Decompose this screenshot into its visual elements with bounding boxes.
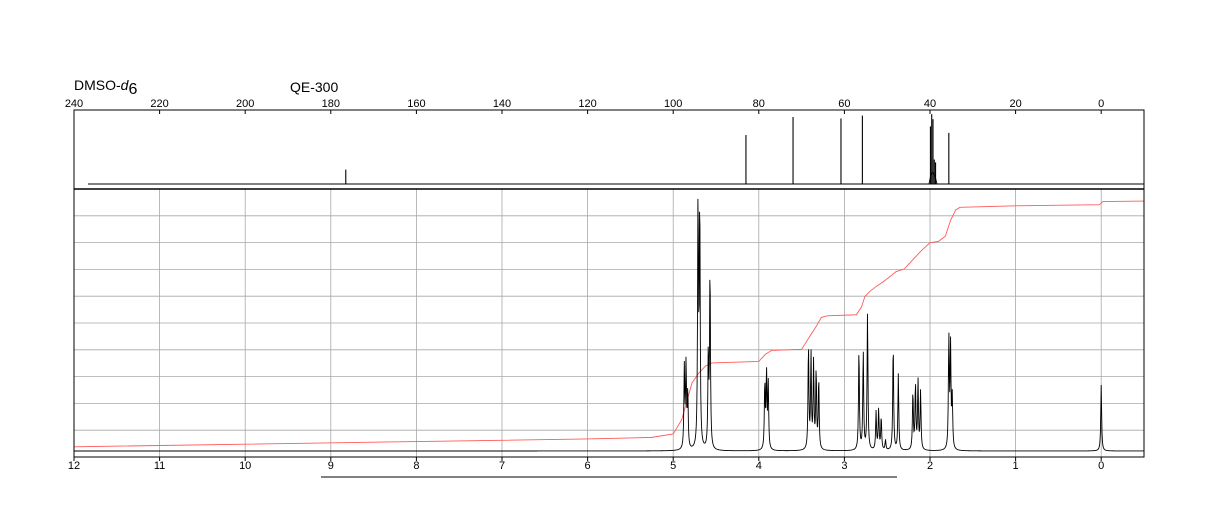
h1-tick-label: 11 xyxy=(154,460,165,472)
h1-tick-label: 9 xyxy=(328,460,334,472)
h1-spectrum-trace xyxy=(74,198,1144,452)
c13-tick-label: 180 xyxy=(322,98,340,110)
c13-tick-label: 60 xyxy=(838,98,850,110)
c13-tick-label: 140 xyxy=(493,98,511,110)
h1-integral xyxy=(73,200,1145,448)
h1-tick-label: 7 xyxy=(499,460,505,472)
h1-axis: 12 11 10 9 8 7 6 5 4 3 2 1 0 xyxy=(68,457,1104,472)
h1-tick-label: 1 xyxy=(1013,460,1019,472)
c13-tick-label: 40 xyxy=(924,98,936,110)
h1-spectrum xyxy=(74,198,1144,452)
c13-tick-label: 200 xyxy=(236,98,254,110)
c13-tick-label: 160 xyxy=(407,98,425,110)
plot-frames xyxy=(73,109,1145,458)
h1-grid xyxy=(74,189,1144,457)
h1-tick-label: 5 xyxy=(670,460,676,472)
h1-integral-curve xyxy=(73,200,1145,448)
h1-tick-label: 8 xyxy=(413,460,419,472)
c13-axis: 240 220 200 180 160 140 120 100 80 60 40 20 0 xyxy=(65,98,1104,114)
c13-tick-label: 220 xyxy=(150,98,168,110)
c13-tick-label: 100 xyxy=(664,98,682,110)
h1-tick-label: 2 xyxy=(927,460,933,472)
h1-tick-label: 10 xyxy=(239,460,251,472)
h1-tick-label: 3 xyxy=(841,460,847,472)
h1-tick-label: 6 xyxy=(585,460,591,472)
c13-tick-label: 80 xyxy=(753,98,765,110)
c13-spectrum xyxy=(88,114,1144,185)
h1-tick-label: 12 xyxy=(68,460,80,472)
nmr-figure: 240 220 200 180 160 140 120 100 80 60 40 20 0 12 11 10… xyxy=(65,98,1145,478)
outer-frame xyxy=(73,109,1145,458)
c13-tick-label: 240 xyxy=(65,98,83,110)
c13-tick-label: 20 xyxy=(1009,98,1021,110)
h1-tick-label: 0 xyxy=(1098,460,1104,472)
c13-tick-label: 120 xyxy=(578,98,596,110)
h1-tick-label: 4 xyxy=(756,460,762,472)
c13-tick-label: 0 xyxy=(1098,98,1104,110)
